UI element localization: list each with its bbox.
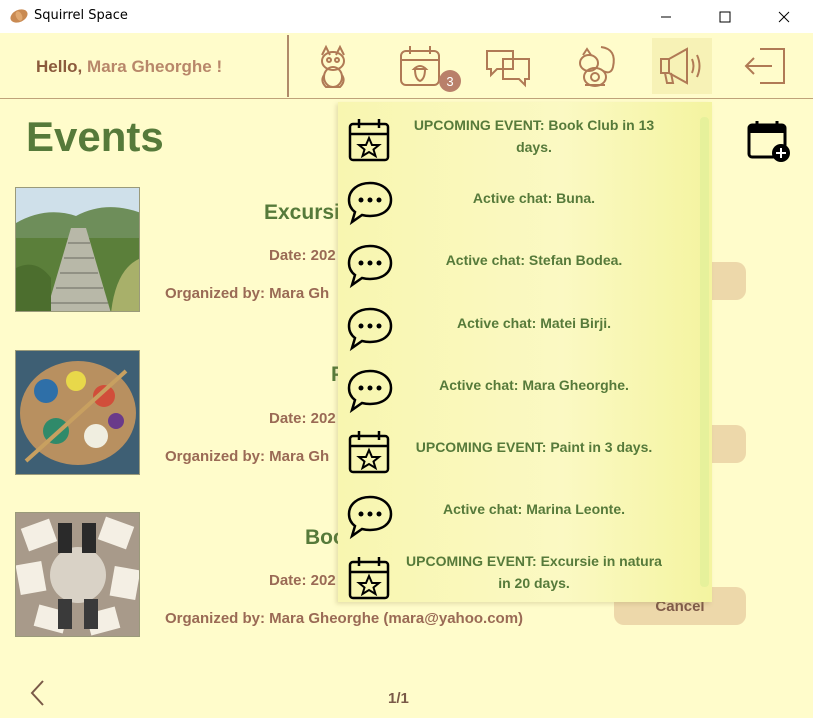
notification-item[interactable]: Active chat: Matei Birji. — [338, 298, 712, 354]
notification-text: Active chat: Matei Birji. — [456, 315, 612, 331]
greeting-user-name: Mara Gheorghe ! — [87, 57, 223, 76]
calendar-star-icon — [348, 431, 390, 474]
previous-page-icon[interactable] — [28, 678, 48, 708]
add-event-icon[interactable] — [746, 120, 792, 164]
peanut-app-icon — [10, 9, 28, 23]
chat-bubble-icon — [347, 369, 393, 414]
notification-item[interactable]: UPCOMING EVENT: Book Club in 13 days. — [338, 110, 712, 166]
event-organizer: Organized by: Mara Gh — [165, 448, 330, 465]
greeting-prefix: Hello, — [36, 57, 83, 76]
nav-community-button[interactable] — [566, 38, 626, 94]
notification-item[interactable]: UPCOMING EVENT: Excursie in natura in 20… — [338, 548, 712, 602]
event-organizer: Organized by: Mara Gh — [165, 285, 330, 302]
event-date: Date: 202 — [269, 247, 336, 264]
notification-item[interactable]: Active chat: Stefan Bodea. — [338, 235, 712, 291]
squirrel-puzzle-icon — [579, 46, 615, 87]
logout-icon — [744, 48, 785, 84]
window-title: Squirrel Space — [34, 8, 128, 23]
notification-item[interactable]: Active chat: Mara Gheorghe. — [338, 360, 712, 416]
notification-item[interactable]: UPCOMING EVENT: Paint in 3 days. — [338, 422, 712, 478]
calendar-star-icon — [348, 557, 390, 600]
minimize-button[interactable] — [637, 0, 695, 33]
maximize-icon — [719, 11, 731, 22]
maximize-button[interactable] — [696, 0, 754, 33]
event-image-books — [15, 512, 140, 637]
mountain-stairs-photo — [16, 188, 139, 311]
chat-bubble-icon — [347, 244, 393, 289]
greeting: Hello, Mara Gheorghe ! — [36, 57, 222, 77]
event-title: Excursi — [264, 201, 340, 224]
nav-profile-button[interactable] — [303, 38, 363, 94]
notification-item[interactable]: Active chat: Marina Leonte. — [338, 486, 712, 542]
book-club-photo — [16, 513, 139, 636]
notifications-scrollbar[interactable] — [700, 117, 709, 587]
paint-palette-photo — [16, 351, 139, 474]
minimize-icon — [661, 16, 671, 17]
app-header: Hello, Mara Gheorghe ! 3 — [0, 33, 813, 99]
notifications-popup: UPCOMING EVENT: Book Club in 13 days. Ac… — [338, 102, 712, 602]
event-image-paint — [15, 350, 140, 475]
page-indicator: 1/1 — [388, 690, 409, 707]
notification-badge: 3 — [439, 70, 461, 92]
notification-text: UPCOMING EVENT: Book Club in 13 days. — [413, 117, 655, 155]
notification-text: Active chat: Stefan Bodea. — [445, 252, 623, 268]
megaphone-icon — [660, 47, 701, 85]
notification-text: UPCOMING EVENT: Excursie in natura in 20… — [406, 553, 662, 591]
nav-chat-button[interactable] — [478, 38, 538, 94]
chat-bubble-icon — [347, 495, 393, 540]
event-image-mountain — [15, 187, 140, 312]
event-date: Date: 202 — [269, 410, 336, 427]
page-title: Events — [26, 113, 164, 160]
notification-text: Active chat: Marina Leonte. — [442, 501, 626, 517]
nav-logout-button[interactable] — [735, 38, 795, 94]
notification-text: Active chat: Buna. — [472, 190, 596, 206]
chat-bubble-icon — [347, 307, 393, 352]
chat-bubbles-icon — [486, 50, 530, 88]
event-organizer: Organized by: Mara Gheorghe (mara@yahoo.… — [165, 610, 524, 627]
squirrel-profile-icon — [321, 44, 345, 88]
calendar-acorn-icon — [400, 46, 440, 86]
close-icon — [778, 11, 790, 22]
window-titlebar: Squirrel Space — [0, 0, 813, 33]
notification-text: UPCOMING EVENT: Paint in 3 days. — [415, 439, 653, 455]
notification-item[interactable]: Active chat: Buna. — [338, 172, 712, 228]
notification-text: Active chat: Mara Gheorghe. — [439, 377, 629, 393]
close-window-button[interactable] — [755, 0, 813, 33]
nav-announcements-button[interactable] — [652, 38, 712, 94]
calendar-star-icon — [348, 119, 390, 162]
header-divider — [287, 35, 289, 97]
chat-bubble-icon — [347, 181, 393, 226]
event-date: Date: 202 — [269, 572, 336, 589]
